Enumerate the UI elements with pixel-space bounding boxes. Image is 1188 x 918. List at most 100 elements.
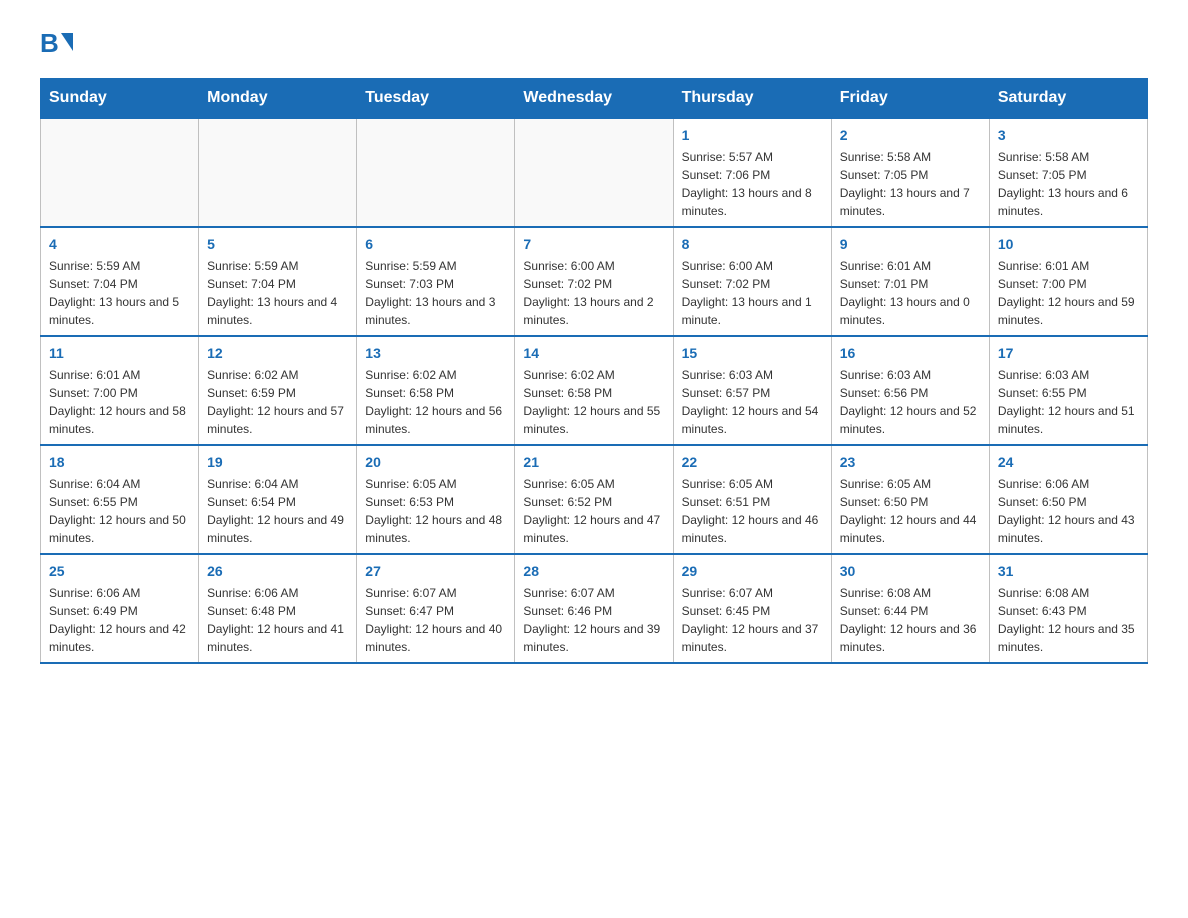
calendar-cell: 10Sunrise: 6:01 AMSunset: 7:00 PMDayligh… — [989, 227, 1147, 336]
day-info: Sunrise: 6:06 AMSunset: 6:50 PMDaylight:… — [998, 475, 1139, 547]
day-number: 17 — [998, 343, 1139, 364]
day-number: 12 — [207, 343, 348, 364]
day-number: 7 — [523, 234, 664, 255]
calendar-cell: 14Sunrise: 6:02 AMSunset: 6:58 PMDayligh… — [515, 336, 673, 445]
day-number: 16 — [840, 343, 981, 364]
day-number: 22 — [682, 452, 823, 473]
day-info: Sunrise: 6:07 AMSunset: 6:47 PMDaylight:… — [365, 584, 506, 656]
day-number: 8 — [682, 234, 823, 255]
calendar-cell: 3Sunrise: 5:58 AMSunset: 7:05 PMDaylight… — [989, 118, 1147, 227]
day-number: 28 — [523, 561, 664, 582]
day-of-week-header: Sunday — [41, 79, 199, 119]
calendar-cell: 24Sunrise: 6:06 AMSunset: 6:50 PMDayligh… — [989, 445, 1147, 554]
day-number: 3 — [998, 125, 1139, 146]
calendar-cell: 28Sunrise: 6:07 AMSunset: 6:46 PMDayligh… — [515, 554, 673, 663]
day-of-week-header: Tuesday — [357, 79, 515, 119]
calendar-cell: 13Sunrise: 6:02 AMSunset: 6:58 PMDayligh… — [357, 336, 515, 445]
day-info: Sunrise: 6:01 AMSunset: 7:00 PMDaylight:… — [49, 366, 190, 438]
day-info: Sunrise: 6:03 AMSunset: 6:55 PMDaylight:… — [998, 366, 1139, 438]
day-info: Sunrise: 6:08 AMSunset: 6:44 PMDaylight:… — [840, 584, 981, 656]
day-number: 9 — [840, 234, 981, 255]
calendar-cell: 5Sunrise: 5:59 AMSunset: 7:04 PMDaylight… — [199, 227, 357, 336]
calendar-cell: 15Sunrise: 6:03 AMSunset: 6:57 PMDayligh… — [673, 336, 831, 445]
day-number: 2 — [840, 125, 981, 146]
day-info: Sunrise: 6:05 AMSunset: 6:51 PMDaylight:… — [682, 475, 823, 547]
calendar-cell: 1Sunrise: 5:57 AMSunset: 7:06 PMDaylight… — [673, 118, 831, 227]
day-number: 14 — [523, 343, 664, 364]
calendar-cell: 25Sunrise: 6:06 AMSunset: 6:49 PMDayligh… — [41, 554, 199, 663]
calendar-cell — [515, 118, 673, 227]
day-number: 19 — [207, 452, 348, 473]
calendar-header-row: SundayMondayTuesdayWednesdayThursdayFrid… — [41, 79, 1148, 119]
day-number: 15 — [682, 343, 823, 364]
calendar-cell: 26Sunrise: 6:06 AMSunset: 6:48 PMDayligh… — [199, 554, 357, 663]
calendar-cell: 11Sunrise: 6:01 AMSunset: 7:00 PMDayligh… — [41, 336, 199, 445]
day-number: 29 — [682, 561, 823, 582]
logo: B — [40, 30, 73, 58]
calendar-table: SundayMondayTuesdayWednesdayThursdayFrid… — [40, 78, 1148, 664]
calendar-cell: 7Sunrise: 6:00 AMSunset: 7:02 PMDaylight… — [515, 227, 673, 336]
day-info: Sunrise: 6:00 AMSunset: 7:02 PMDaylight:… — [523, 257, 664, 329]
day-info: Sunrise: 6:01 AMSunset: 7:01 PMDaylight:… — [840, 257, 981, 329]
day-number: 25 — [49, 561, 190, 582]
day-of-week-header: Wednesday — [515, 79, 673, 119]
day-number: 27 — [365, 561, 506, 582]
calendar-cell: 17Sunrise: 6:03 AMSunset: 6:55 PMDayligh… — [989, 336, 1147, 445]
day-of-week-header: Saturday — [989, 79, 1147, 119]
day-info: Sunrise: 6:02 AMSunset: 6:59 PMDaylight:… — [207, 366, 348, 438]
day-number: 30 — [840, 561, 981, 582]
day-number: 23 — [840, 452, 981, 473]
day-info: Sunrise: 6:02 AMSunset: 6:58 PMDaylight:… — [365, 366, 506, 438]
day-info: Sunrise: 6:05 AMSunset: 6:50 PMDaylight:… — [840, 475, 981, 547]
calendar-cell: 19Sunrise: 6:04 AMSunset: 6:54 PMDayligh… — [199, 445, 357, 554]
day-of-week-header: Thursday — [673, 79, 831, 119]
day-number: 24 — [998, 452, 1139, 473]
day-info: Sunrise: 6:05 AMSunset: 6:53 PMDaylight:… — [365, 475, 506, 547]
calendar-cell: 8Sunrise: 6:00 AMSunset: 7:02 PMDaylight… — [673, 227, 831, 336]
day-info: Sunrise: 6:06 AMSunset: 6:49 PMDaylight:… — [49, 584, 190, 656]
day-number: 6 — [365, 234, 506, 255]
calendar-cell: 16Sunrise: 6:03 AMSunset: 6:56 PMDayligh… — [831, 336, 989, 445]
calendar-cell: 18Sunrise: 6:04 AMSunset: 6:55 PMDayligh… — [41, 445, 199, 554]
day-number: 10 — [998, 234, 1139, 255]
calendar-week-row: 11Sunrise: 6:01 AMSunset: 7:00 PMDayligh… — [41, 336, 1148, 445]
day-number: 31 — [998, 561, 1139, 582]
calendar-cell — [357, 118, 515, 227]
day-info: Sunrise: 6:07 AMSunset: 6:46 PMDaylight:… — [523, 584, 664, 656]
day-info: Sunrise: 5:59 AMSunset: 7:03 PMDaylight:… — [365, 257, 506, 329]
day-info: Sunrise: 6:03 AMSunset: 6:57 PMDaylight:… — [682, 366, 823, 438]
day-of-week-header: Friday — [831, 79, 989, 119]
calendar-cell: 21Sunrise: 6:05 AMSunset: 6:52 PMDayligh… — [515, 445, 673, 554]
logo-text: B — [40, 30, 73, 56]
day-info: Sunrise: 6:07 AMSunset: 6:45 PMDaylight:… — [682, 584, 823, 656]
day-info: Sunrise: 5:58 AMSunset: 7:05 PMDaylight:… — [998, 148, 1139, 220]
day-info: Sunrise: 6:06 AMSunset: 6:48 PMDaylight:… — [207, 584, 348, 656]
calendar-cell: 27Sunrise: 6:07 AMSunset: 6:47 PMDayligh… — [357, 554, 515, 663]
calendar-week-row: 4Sunrise: 5:59 AMSunset: 7:04 PMDaylight… — [41, 227, 1148, 336]
day-info: Sunrise: 6:08 AMSunset: 6:43 PMDaylight:… — [998, 584, 1139, 656]
calendar-cell: 4Sunrise: 5:59 AMSunset: 7:04 PMDaylight… — [41, 227, 199, 336]
calendar-week-row: 25Sunrise: 6:06 AMSunset: 6:49 PMDayligh… — [41, 554, 1148, 663]
day-of-week-header: Monday — [199, 79, 357, 119]
calendar-cell: 30Sunrise: 6:08 AMSunset: 6:44 PMDayligh… — [831, 554, 989, 663]
day-info: Sunrise: 6:04 AMSunset: 6:54 PMDaylight:… — [207, 475, 348, 547]
calendar-cell: 23Sunrise: 6:05 AMSunset: 6:50 PMDayligh… — [831, 445, 989, 554]
calendar-cell: 29Sunrise: 6:07 AMSunset: 6:45 PMDayligh… — [673, 554, 831, 663]
day-number: 11 — [49, 343, 190, 364]
calendar-cell: 22Sunrise: 6:05 AMSunset: 6:51 PMDayligh… — [673, 445, 831, 554]
calendar-cell: 20Sunrise: 6:05 AMSunset: 6:53 PMDayligh… — [357, 445, 515, 554]
calendar-cell: 6Sunrise: 5:59 AMSunset: 7:03 PMDaylight… — [357, 227, 515, 336]
day-info: Sunrise: 5:58 AMSunset: 7:05 PMDaylight:… — [840, 148, 981, 220]
day-info: Sunrise: 6:05 AMSunset: 6:52 PMDaylight:… — [523, 475, 664, 547]
logo-blue-letter: B — [40, 30, 59, 56]
day-info: Sunrise: 6:02 AMSunset: 6:58 PMDaylight:… — [523, 366, 664, 438]
day-number: 21 — [523, 452, 664, 473]
calendar-cell: 9Sunrise: 6:01 AMSunset: 7:01 PMDaylight… — [831, 227, 989, 336]
day-number: 18 — [49, 452, 190, 473]
calendar-cell: 31Sunrise: 6:08 AMSunset: 6:43 PMDayligh… — [989, 554, 1147, 663]
calendar-cell: 12Sunrise: 6:02 AMSunset: 6:59 PMDayligh… — [199, 336, 357, 445]
day-number: 1 — [682, 125, 823, 146]
day-info: Sunrise: 5:59 AMSunset: 7:04 PMDaylight:… — [49, 257, 190, 329]
calendar-week-row: 1Sunrise: 5:57 AMSunset: 7:06 PMDaylight… — [41, 118, 1148, 227]
day-info: Sunrise: 5:57 AMSunset: 7:06 PMDaylight:… — [682, 148, 823, 220]
